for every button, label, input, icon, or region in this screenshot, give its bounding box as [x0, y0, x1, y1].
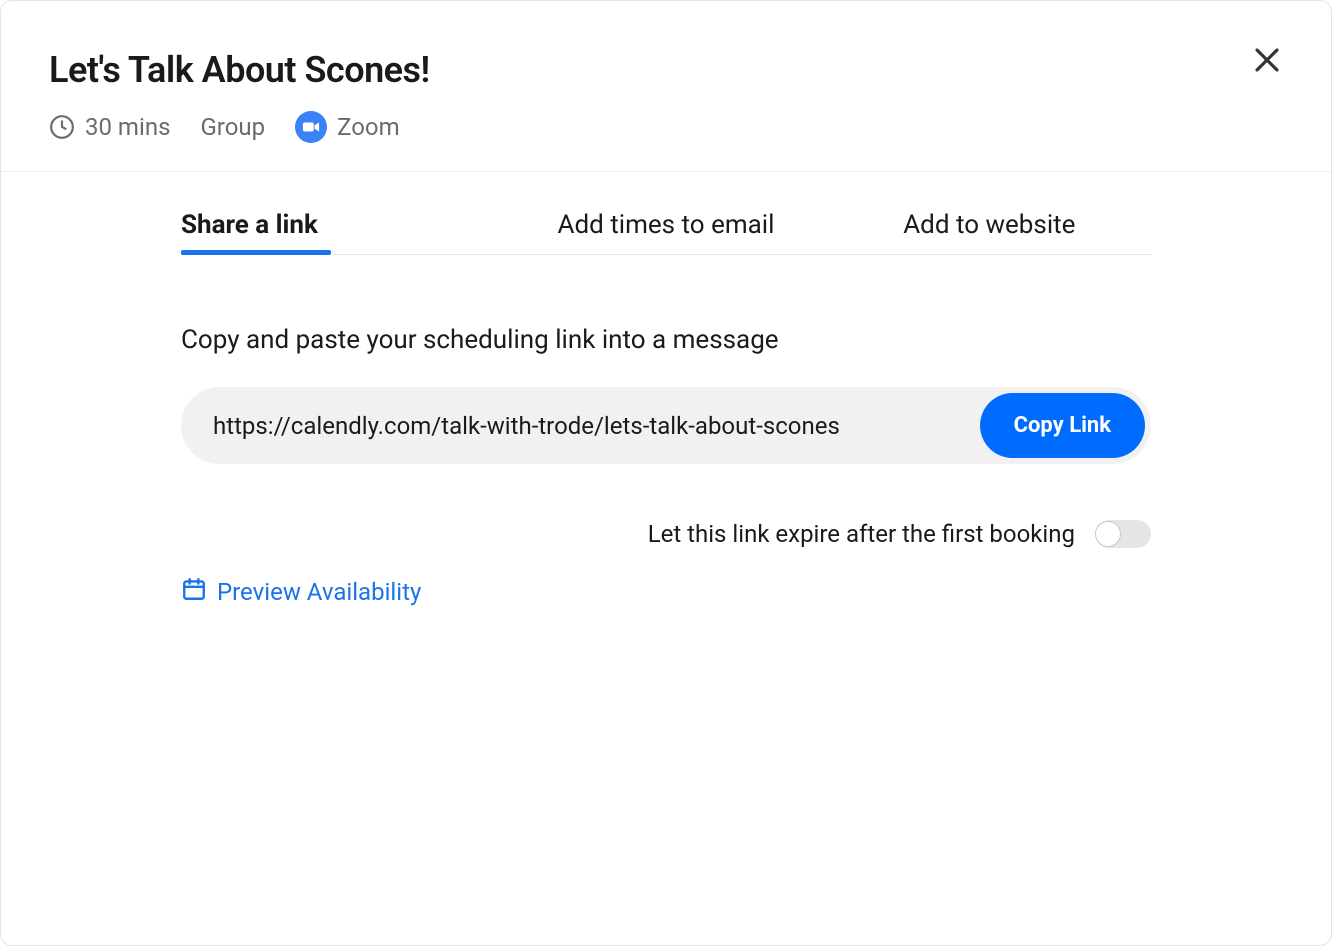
duration-meta: 30 mins [49, 113, 170, 141]
preview-availability-label: Preview Availability [217, 578, 421, 606]
tabs: Share a link Add times to email Add to w… [181, 210, 1151, 255]
preview-availability-link[interactable]: Preview Availability [181, 576, 421, 608]
clock-icon [49, 114, 75, 140]
zoom-icon [295, 111, 327, 143]
tab-share-link[interactable]: Share a link [181, 210, 504, 254]
share-link-panel: Copy and paste your scheduling link into… [181, 255, 1151, 608]
location-label: Zoom [337, 113, 400, 141]
instruction-text: Copy and paste your scheduling link into… [181, 325, 1151, 355]
expire-label: Let this link expire after the first boo… [648, 520, 1075, 548]
calendar-icon [181, 576, 207, 608]
expire-row: Let this link expire after the first boo… [181, 520, 1151, 548]
link-field-row: Copy Link [181, 387, 1151, 464]
toggle-knob [1095, 521, 1121, 547]
duration-label: 30 mins [85, 113, 170, 141]
type-meta: Group [200, 113, 265, 141]
tab-add-website[interactable]: Add to website [828, 210, 1151, 254]
close-button[interactable] [1243, 37, 1291, 85]
expire-toggle[interactable] [1095, 520, 1151, 548]
type-label: Group [200, 113, 265, 141]
modal-body: Share a link Add times to email Add to w… [1, 172, 1331, 646]
copy-link-button[interactable]: Copy Link [980, 393, 1145, 458]
event-meta: 30 mins Group Zoom [49, 111, 1283, 143]
location-meta: Zoom [295, 111, 400, 143]
close-icon [1252, 45, 1282, 78]
tab-add-times[interactable]: Add times to email [504, 210, 827, 254]
modal-header: Let's Talk About Scones! 30 mins Group [1, 1, 1331, 172]
scheduling-link-input[interactable] [213, 412, 964, 440]
share-modal: Let's Talk About Scones! 30 mins Group [0, 0, 1332, 946]
event-title: Let's Talk About Scones! [49, 49, 1283, 91]
